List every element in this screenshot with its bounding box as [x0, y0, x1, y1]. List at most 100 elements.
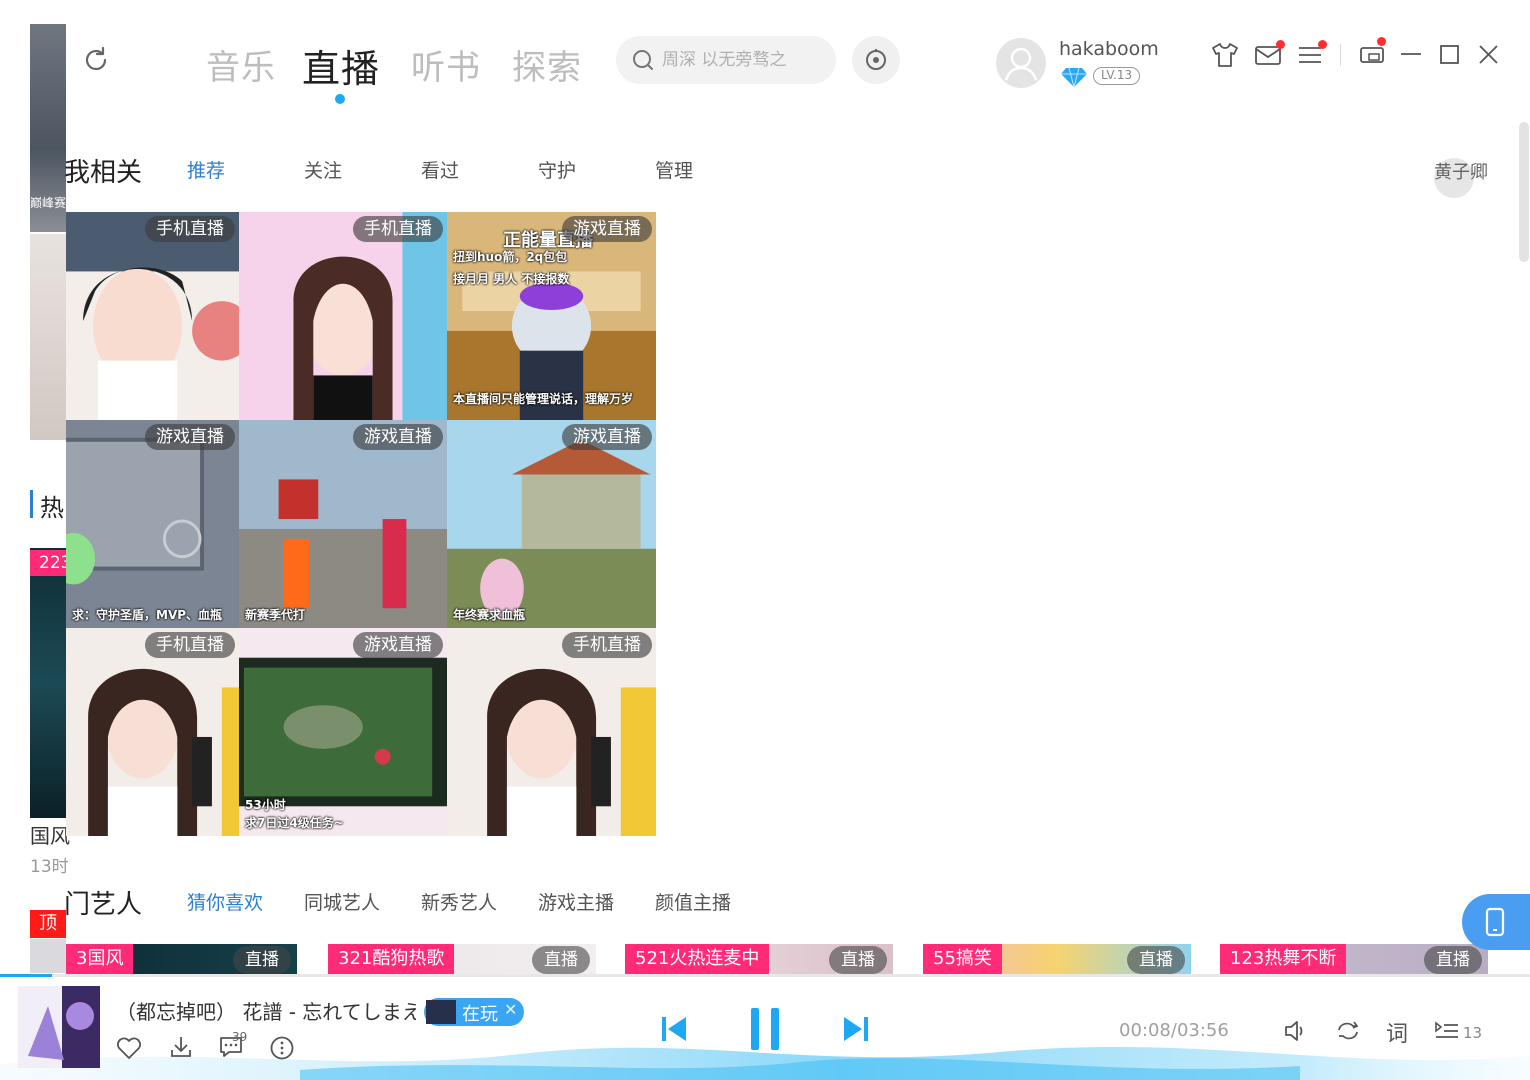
live-type-badge: 手机直播 [145, 216, 235, 242]
thumbnail-overlay-text: 年终赛求血瓶 [453, 608, 526, 622]
live-tile[interactable]: 新赛季代打 游戏直播 [239, 420, 447, 628]
hot-thumbnail[interactable]: 223 [30, 548, 66, 818]
tab-game-streamers[interactable]: 游戏主播 [538, 888, 614, 915]
thumbnail-time: 13时 [30, 857, 69, 877]
skin-icon[interactable] [1210, 40, 1240, 70]
tab-new-artists[interactable]: 新秀艺人 [421, 888, 497, 915]
refresh-icon[interactable] [80, 44, 112, 80]
album-cover[interactable] [18, 986, 100, 1068]
mail-notification-dot [1276, 40, 1285, 49]
live-tile[interactable]: 手机直播 [239, 212, 447, 420]
thumbnail-overlay-text: 53小时 [245, 798, 286, 812]
like-icon[interactable] [116, 1036, 142, 1064]
artist-tag: 321酷狗热歌 [328, 944, 455, 974]
nav-tab-live[interactable]: 直播 [302, 38, 380, 93]
progress-track[interactable] [0, 974, 1530, 977]
maximize-icon[interactable] [1435, 40, 1465, 70]
mobile-live-button[interactable] [1462, 894, 1530, 950]
artist-card[interactable]: 521火热连麦中 直播 [625, 944, 893, 976]
tab-looks-streamers[interactable]: 颜值主播 [655, 888, 731, 915]
playlist-icon[interactable] [1434, 1020, 1460, 1046]
thumbnail-overlay-text: 求：守护圣盾，MVP、血瓶 [72, 608, 223, 622]
nav-tab-audiobook[interactable]: 听书 [411, 40, 481, 89]
thumbnail-overlay-text: 求7日过4级任务~ [245, 816, 344, 830]
phone-icon [1484, 907, 1506, 941]
menu-notification-dot [1318, 40, 1327, 49]
pause-icon[interactable] [748, 1006, 782, 1056]
live-tile[interactable]: 年终赛求血瓶 游戏直播 [447, 420, 656, 628]
more-info-icon[interactable] [269, 1035, 295, 1065]
live-type-badge: 游戏直播 [353, 632, 443, 658]
live-tile[interactable]: 手机直播 [66, 212, 239, 420]
now-playing-chip[interactable]: 在玩 ✕ [424, 998, 524, 1026]
tab-guard[interactable]: 守护 [538, 156, 576, 183]
tab-follow[interactable]: 关注 [304, 156, 342, 183]
section-marker [30, 490, 33, 518]
artist-card[interactable]: 3国风 直播 [66, 944, 297, 976]
thumbnail-title: 国风 [30, 824, 70, 848]
artist-card[interactable]: 321酷狗热歌 直播 [328, 944, 596, 976]
live-badge: 直播 [233, 946, 291, 974]
active-tab-indicator [335, 94, 345, 104]
thumbnail-overlay-text: 本直播间只能管理说话，理解万岁 [453, 392, 634, 406]
live-thumbnail [66, 420, 239, 628]
nav-tab-explore[interactable]: 探索 [512, 40, 582, 89]
artist-tag: 521火热连麦中 [625, 944, 770, 974]
live-thumbnail [66, 628, 239, 836]
tab-watched[interactable]: 看过 [421, 156, 459, 183]
previous-track-icon[interactable] [660, 1014, 688, 1048]
live-tile[interactable]: 手机直播 [447, 628, 656, 836]
live-tile[interactable]: 正能量直播 扭到huo箭，2q包包 接月月 男人 不接报数 本直播间只能管理说话，理解… [447, 212, 656, 420]
player-bar: （都忘掉吧） 花譜 - 忘れてしまえ 在玩 ✕ 39 00:08/03:56 词… [0, 974, 1530, 1080]
tab-manage[interactable]: 管理 [655, 156, 693, 183]
tab-guess-you-like[interactable]: 猜你喜欢 [187, 888, 263, 915]
live-badge: 直播 [532, 946, 590, 974]
search-input[interactable] [662, 46, 822, 74]
search-box[interactable] [616, 36, 836, 84]
nav-tab-music[interactable]: 音乐 [206, 40, 276, 89]
tab-recommend[interactable]: 推荐 [187, 156, 225, 183]
minimize-icon[interactable] [1396, 40, 1426, 70]
artist-card[interactable]: 55搞笑 直播 [923, 944, 1191, 976]
live-badge: 直播 [1424, 946, 1482, 974]
live-tile[interactable]: 手机直播 [66, 628, 239, 836]
tab-local-artists[interactable]: 同城艺人 [304, 888, 380, 915]
game-thumbnail: 巅峰赛 [30, 24, 66, 232]
voice-search-button[interactable] [852, 36, 900, 84]
top-bar: 音乐 直播 听书 探索 hakaboom LV.13 [0, 0, 1530, 110]
live-thumbnail [239, 212, 447, 420]
live-thumbnail [66, 212, 239, 420]
thumbnail-caption: 巅峰赛 [30, 196, 67, 210]
live-badge: 直播 [1127, 946, 1185, 974]
progress-fill [0, 974, 53, 977]
artist-card[interactable]: 123热舞不断 直播 [1220, 944, 1488, 976]
next-track-icon[interactable] [842, 1014, 870, 1048]
queue-count: 13 [1463, 1024, 1483, 1042]
vip-diamond-icon[interactable] [1060, 66, 1088, 92]
chip-label: 在玩 [462, 1004, 498, 1025]
search-icon [632, 49, 654, 75]
volume-icon[interactable] [1282, 1018, 1308, 1048]
download-icon[interactable] [168, 1034, 194, 1064]
live-thumbnail [447, 420, 656, 628]
playback-time: 00:08/03:56 [1119, 1020, 1229, 1041]
repeat-icon[interactable] [1334, 1018, 1362, 1048]
live-type-badge: 手机直播 [145, 632, 235, 658]
room-thumbnail [30, 234, 66, 440]
username[interactable]: hakaboom [1059, 38, 1159, 60]
thumbnail-overlay-text: 新赛季代打 [245, 608, 306, 622]
thumbnail-overlay-text: 接月月 男人 不接报数 [453, 272, 570, 286]
live-tile[interactable]: 求7日过4级任务~ 53小时 游戏直播 [239, 628, 447, 836]
section-title-hot-artists: 门艺人 [64, 890, 143, 920]
close-icon[interactable] [1474, 40, 1504, 70]
scrollbar[interactable] [1519, 122, 1529, 262]
chip-close-icon[interactable]: ✕ [504, 1000, 517, 1019]
song-title[interactable]: （都忘掉吧） 花譜 - 忘れてしまえ [116, 996, 416, 1025]
avatar[interactable] [996, 38, 1046, 88]
level-badge: LV.13 [1093, 67, 1141, 85]
mini-mode-notification-dot [1377, 37, 1386, 46]
live-tile[interactable]: 求：守护圣盾，MVP、血瓶 游戏直播 [66, 420, 239, 628]
artist-tag: 3国风 [66, 944, 134, 974]
live-type-badge: 游戏直播 [562, 424, 652, 450]
lyrics-button[interactable]: 词 [1386, 1016, 1408, 1048]
